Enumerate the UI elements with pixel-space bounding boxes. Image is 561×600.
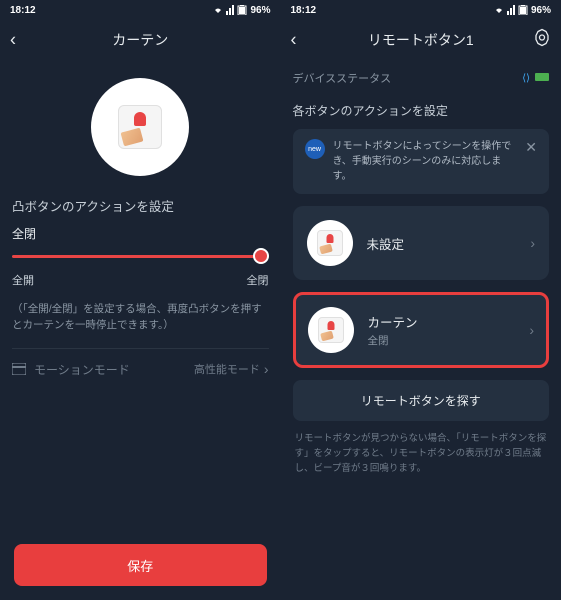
device-icon-circle bbox=[307, 220, 353, 266]
chevron-right-icon: › bbox=[529, 322, 534, 338]
status-bar: 18:12 96% bbox=[0, 0, 281, 20]
phone-right: 18:12 96% ‹ リモートボタン1 デバイスステータス ⟨⟩ 各ボタンのア… bbox=[281, 0, 561, 600]
button-card-curtain[interactable]: カーテン 全閉 › bbox=[293, 292, 550, 368]
info-banner: new リモートボタンによってシーンを操作でき、手動実行のシーンのみに対応します… bbox=[293, 129, 550, 194]
status-bar: 18:12 96% bbox=[281, 0, 561, 20]
device-status-label: デバイスステータス bbox=[293, 70, 392, 86]
page-title: カーテン bbox=[112, 30, 168, 50]
device-status-row[interactable]: デバイスステータス ⟨⟩ bbox=[281, 60, 561, 96]
device-icon-circle bbox=[91, 78, 189, 176]
close-banner-button[interactable]: ✕ bbox=[525, 139, 537, 156]
curtain-switch-icon bbox=[118, 105, 162, 149]
phone-left: 18:12 96% ‹ カーテン 凸ボタンのアクションを設定 全閉 全開 bbox=[0, 0, 281, 600]
switch-icon bbox=[318, 317, 344, 343]
section-title: 凸ボタンのアクションを設定 bbox=[12, 196, 269, 215]
section-title: 各ボタンのアクションを設定 bbox=[281, 96, 561, 129]
info-text: リモートボタンによってシーンを操作でき、手動実行のシーンのみに対応します。 bbox=[333, 139, 518, 184]
chevron-right-icon: › bbox=[530, 235, 535, 251]
save-button-label: 保存 bbox=[127, 556, 153, 575]
new-badge: new bbox=[305, 139, 325, 159]
status-time: 18:12 bbox=[10, 5, 36, 16]
save-button[interactable]: 保存 bbox=[14, 544, 267, 586]
button-card-unset[interactable]: 未設定 › bbox=[293, 206, 550, 280]
motion-mode-label: モーションモード bbox=[34, 361, 130, 378]
motion-mode-row[interactable]: モーションモード 高性能モード › bbox=[12, 348, 269, 390]
find-remote-button[interactable]: リモートボタンを探す bbox=[293, 380, 550, 421]
battery-level-icon bbox=[535, 73, 549, 81]
card-subtitle: 全閉 bbox=[368, 333, 516, 348]
wifi-icon bbox=[213, 5, 223, 15]
help-text: リモートボタンが見つからない場合、「リモートボタンを探す」をタップすると、リモー… bbox=[281, 431, 561, 477]
slider-max-label: 全閉 bbox=[247, 272, 269, 288]
bluetooth-icon: ⟨⟩ bbox=[522, 73, 530, 84]
settings-button[interactable] bbox=[533, 29, 551, 52]
slider-thumb[interactable] bbox=[253, 248, 269, 264]
slider-labels: 全開 全閉 bbox=[12, 272, 269, 288]
slider-min-label: 全開 bbox=[12, 272, 34, 288]
status-battery: 96% bbox=[531, 5, 551, 16]
status-icons: 96% bbox=[494, 5, 551, 16]
switch-icon bbox=[317, 230, 343, 256]
slider-track bbox=[12, 255, 269, 258]
hint-text: （「全開/全閉」を設定する場合、再度凸ボタンを押すとカーテンを一時停止できます。… bbox=[12, 302, 269, 334]
slider-value: 全閉 bbox=[12, 225, 269, 242]
device-icon-circle bbox=[308, 307, 354, 353]
chevron-right-icon: › bbox=[264, 361, 269, 377]
card-title: カーテン bbox=[368, 312, 516, 331]
wifi-icon bbox=[494, 5, 504, 15]
battery-icon bbox=[237, 5, 247, 15]
back-button[interactable]: ‹ bbox=[291, 30, 297, 51]
signal-icon bbox=[507, 5, 515, 15]
signal-icon bbox=[226, 5, 234, 15]
device-status-icons: ⟨⟩ bbox=[522, 73, 549, 84]
page-title: リモートボタン1 bbox=[368, 30, 474, 50]
status-time: 18:12 bbox=[291, 5, 317, 16]
status-icons: 96% bbox=[213, 5, 270, 16]
card-icon bbox=[12, 363, 26, 375]
position-slider[interactable] bbox=[12, 248, 269, 266]
status-battery: 96% bbox=[250, 5, 270, 16]
content: 凸ボタンのアクションを設定 全閉 全開 全閉 （「全開/全閉」を設定する場合、再… bbox=[0, 60, 281, 600]
battery-icon bbox=[518, 5, 528, 15]
hero-icon bbox=[12, 60, 269, 196]
card-title: 未設定 bbox=[367, 234, 517, 253]
header: ‹ カーテン bbox=[0, 20, 281, 60]
slider-section: 全閉 全開 全閉 bbox=[12, 225, 269, 288]
back-button[interactable]: ‹ bbox=[10, 30, 16, 51]
find-remote-label: リモートボタンを探す bbox=[361, 394, 481, 408]
motion-mode-value: 高性能モード bbox=[194, 361, 260, 377]
gear-icon bbox=[533, 29, 551, 47]
header: ‹ リモートボタン1 bbox=[281, 20, 561, 60]
